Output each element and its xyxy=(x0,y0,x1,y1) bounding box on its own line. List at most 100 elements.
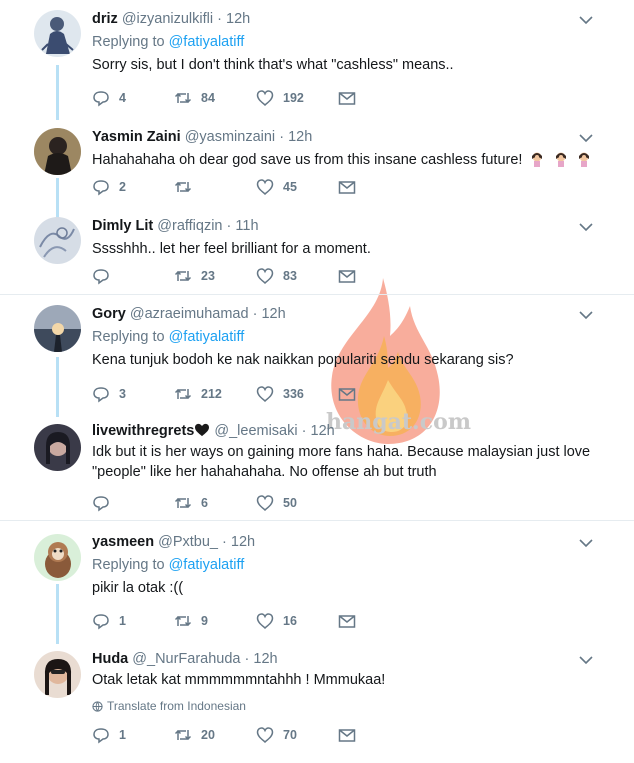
chevron-down-icon[interactable] xyxy=(578,652,594,668)
retweet-button[interactable]: 212 xyxy=(174,385,256,403)
avatar[interactable] xyxy=(34,128,81,175)
reply-icon xyxy=(93,387,109,403)
retweet-count: 84 xyxy=(201,91,215,105)
tweet[interactable]: Huda @_NurFarahuda · 12h Otak letak kat … xyxy=(0,641,634,763)
chevron-down-icon[interactable] xyxy=(578,130,594,146)
retweet-button[interactable]: 20 xyxy=(174,726,256,744)
like-button[interactable]: 70 xyxy=(256,726,338,744)
timestamp[interactable]: 12h xyxy=(253,651,277,667)
dm-button[interactable] xyxy=(338,612,420,630)
like-button[interactable]: 83 xyxy=(256,267,338,285)
like-button[interactable]: 50 xyxy=(256,494,338,512)
like-button[interactable]: 45 xyxy=(256,178,338,196)
dm-button[interactable] xyxy=(338,385,420,403)
tweet[interactable]: Yasmin Zaini @yasminzaini · 12h Hahahaha… xyxy=(0,120,634,210)
chevron-down-icon[interactable] xyxy=(578,307,594,323)
timestamp[interactable]: 12h xyxy=(226,11,250,27)
avatar[interactable] xyxy=(34,217,81,264)
reply-button[interactable] xyxy=(92,494,174,512)
tweet[interactable]: yasmeen @Pxtbu_ · 12h Replying to @fatiy… xyxy=(0,521,634,641)
reply-count: 4 xyxy=(119,91,126,105)
user-handle[interactable]: @Pxtbu_ xyxy=(158,534,218,550)
chevron-down-icon[interactable] xyxy=(578,535,594,551)
timestamp[interactable]: 12h xyxy=(261,306,285,322)
reply-button[interactable]: 2 xyxy=(92,178,174,196)
like-count: 45 xyxy=(283,180,297,194)
retweet-button[interactable]: 6 xyxy=(174,494,256,512)
tweet[interactable]: Dimly Lit @raffiqzin · 11h Sssshhh.. let… xyxy=(0,210,634,294)
avatar[interactable] xyxy=(34,10,81,57)
avatar[interactable] xyxy=(34,424,81,471)
tweet-header: Huda @_NurFarahuda · 12h xyxy=(92,650,594,668)
tweet-header: Gory @azraeimuhamad · 12h xyxy=(92,305,594,323)
reply-button[interactable]: 1 xyxy=(92,612,174,630)
retweet-button[interactable]: 23 xyxy=(174,267,256,285)
tweet-header: yasmeen @Pxtbu_ · 12h xyxy=(92,533,594,551)
mention-link[interactable]: @fatiyalatiff xyxy=(169,34,245,50)
chevron-down-icon[interactable] xyxy=(578,12,594,28)
like-count: 70 xyxy=(283,728,297,742)
retweet-button[interactable]: 9 xyxy=(174,612,256,630)
chevron-down-icon[interactable] xyxy=(578,219,594,235)
user-handle[interactable]: @izyanizulkifli xyxy=(122,11,213,27)
retweet-count: 6 xyxy=(201,496,208,510)
display-name[interactable]: Dimly Lit xyxy=(92,218,153,234)
mention-link[interactable]: @fatiyalatiff xyxy=(169,557,245,573)
heart-icon xyxy=(256,727,274,743)
black-heart-emoji-icon xyxy=(195,423,210,437)
avatar[interactable] xyxy=(34,305,81,352)
like-button[interactable]: 192 xyxy=(256,89,338,107)
retweet-button[interactable]: 84 xyxy=(174,89,256,107)
separator-dot: · xyxy=(301,423,307,439)
tweet-text: Hahahahaha oh dear god save us from this… xyxy=(92,150,594,170)
display-name[interactable]: yasmeen xyxy=(92,534,154,550)
tweet-text-content: Hahahahaha oh dear god save us from this… xyxy=(92,152,523,168)
user-handle[interactable]: @azraeimuhamad xyxy=(130,306,249,322)
reply-button[interactable] xyxy=(92,267,174,285)
user-handle[interactable]: @_NurFarahuda xyxy=(132,651,240,667)
like-button[interactable]: 336 xyxy=(256,385,338,403)
dm-button[interactable] xyxy=(338,89,420,107)
reply-icon xyxy=(93,614,109,630)
reply-button[interactable]: 3 xyxy=(92,385,174,403)
reply-count: 1 xyxy=(119,614,126,628)
dm-button[interactable] xyxy=(338,726,420,744)
mention-link[interactable]: @fatiyalatiff xyxy=(169,329,245,345)
retweet-count: 212 xyxy=(201,387,222,401)
dm-button[interactable] xyxy=(338,267,420,285)
display-name[interactable]: Huda xyxy=(92,651,128,667)
dm-button[interactable] xyxy=(338,178,420,196)
display-name[interactable]: driz xyxy=(92,11,118,27)
display-name[interactable]: Gory xyxy=(92,306,126,322)
separator-dot: · xyxy=(244,651,250,667)
user-handle[interactable]: @yasminzaini xyxy=(185,129,275,145)
user-handle[interactable]: @_leemisaki xyxy=(214,423,297,439)
reply-button[interactable]: 1 xyxy=(92,726,174,744)
user-handle[interactable]: @raffiqzin xyxy=(157,218,222,234)
reply-icon xyxy=(93,269,109,285)
retweet-button[interactable] xyxy=(174,178,256,196)
timestamp[interactable]: 12h xyxy=(288,129,312,145)
tweet[interactable]: driz @izyanizulkifli · 12h Replying to @… xyxy=(0,0,634,120)
like-count: 192 xyxy=(283,91,304,105)
display-name[interactable]: Yasmin Zaini xyxy=(92,129,181,145)
heart-icon xyxy=(256,90,274,106)
avatar[interactable] xyxy=(34,651,81,698)
tweet[interactable]: livewithregrets @_leemisaki · 12h Idk bu… xyxy=(0,415,634,520)
timestamp[interactable]: 12h xyxy=(311,423,335,439)
timestamp[interactable]: 12h xyxy=(231,534,255,550)
reply-button[interactable]: 4 xyxy=(92,89,174,107)
tweet-actions: 2 45 xyxy=(92,177,420,197)
translate-label: Translate from Indonesian xyxy=(107,699,246,713)
heart-icon xyxy=(256,386,274,402)
timestamp[interactable]: 11h xyxy=(235,218,258,234)
separator-dot: · xyxy=(222,534,227,550)
tweet-actions: 23 83 xyxy=(92,266,420,286)
display-name[interactable]: livewithregrets xyxy=(92,423,194,439)
tweet[interactable]: Gory @azraeimuhamad · 12h Replying to @f… xyxy=(0,295,634,415)
retweet-count: 23 xyxy=(201,269,215,283)
translate-link[interactable]: Translate from Indonesian xyxy=(92,699,594,713)
like-button[interactable]: 16 xyxy=(256,612,338,630)
avatar[interactable] xyxy=(34,534,81,581)
like-count: 50 xyxy=(283,496,297,510)
